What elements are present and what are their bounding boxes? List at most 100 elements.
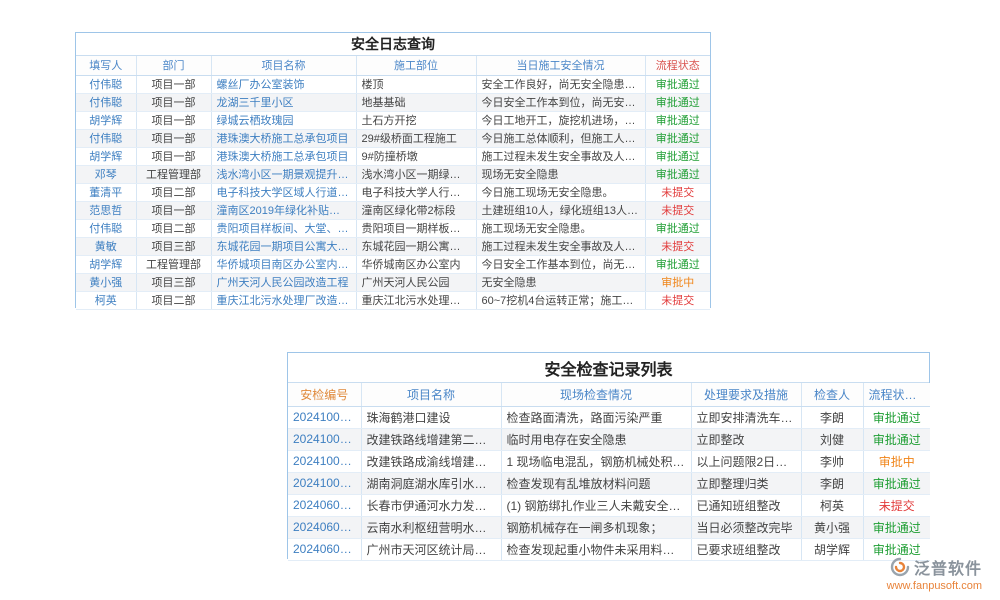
project-name-link[interactable]: 潼南区2019年绿化补贴项目-施工2标段 [211,201,356,219]
filler-name-link[interactable]: 付伟聪 [76,129,136,147]
project-name-cell: 广州市天河区统计局机房改... [361,538,501,560]
filler-name-link[interactable]: 董清平 [76,183,136,201]
workflow-status-badge: 审批通过 [645,255,710,273]
workflow-status-badge: 审批中 [863,450,930,472]
check-number-link[interactable]: 2024060003 [288,516,361,538]
filler-name-link[interactable]: 范思哲 [76,201,136,219]
table-row[interactable]: 黄敏项目三部东城花园一期项目公寓大堂 装饰工程东城花园一期公寓大堂施工过程未发生… [76,237,710,255]
construction-part-cell: 电子科技大学人行道及非... [356,183,476,201]
table-row[interactable]: 胡学辉项目一部绿城云栖玫瑰园土石方开挖今日工地开工，旋挖机进场，对旋挖机...审… [76,111,710,129]
daily-safety-cell: 今日施工总体顺利，但施工人员脚面伤 [476,129,645,147]
daily-safety-cell: 土建班组10人，绿化班组13人。施工现... [476,201,645,219]
project-name-link[interactable]: 广州天河人民公园改造工程 [211,273,356,291]
brand-name: 泛普软件 [914,555,982,579]
col-header-daily-safety: 当日施工安全情况 [476,56,645,75]
filter-dropdown-icon[interactable]: ▼ [920,391,928,400]
col-header-check-number: 安检编号 [288,383,361,406]
daily-safety-cell: 施工过程未发生安全事故及人员受伤情况 [476,237,645,255]
filler-name-link[interactable]: 胡学辉 [76,111,136,129]
table-row[interactable]: 董清平项目二部电子科技大学区域人行道及非机动车道工程电子科技大学人行道及非...… [76,183,710,201]
table-row[interactable]: 黄小强项目三部广州天河人民公园改造工程广州天河人民公园无安全隐患审批中 [76,273,710,291]
workflow-status-badge: 审批通过 [645,147,710,165]
site-inspection-cell: 临时用电存在安全隐患 [501,428,691,450]
filler-name-link[interactable]: 邓琴 [76,165,136,183]
brand-url: www.fanpusoft.com [887,580,982,592]
col-header-filler: 填写人 [76,56,136,75]
project-name-link[interactable]: 东城花园一期项目公寓大堂 装饰工程 [211,237,356,255]
daily-safety-cell: 施工过程未发生安全事故及人员受伤情况 [476,147,645,165]
project-name-link[interactable]: 贵阳项目样板间、大堂、电梯厅装修工程 [211,219,356,237]
department-cell: 项目一部 [136,75,211,93]
table-row[interactable]: 付伟聪项目一部螺丝厂办公室装饰楼顶安全工作良好，尚无安全隐患存在审批通过 [76,75,710,93]
check-number-link[interactable]: 2024100004 [288,406,361,428]
department-cell: 项目二部 [136,291,211,309]
site-inspection-cell: 1 现场临电混乱，钢筋机械处积水未清理； [501,450,691,472]
project-name-link[interactable]: 电子科技大学区域人行道及非机动车道工程 [211,183,356,201]
workflow-status-header-label: 流程状态 [869,388,917,402]
filler-name-link[interactable]: 胡学辉 [76,147,136,165]
project-name-link[interactable]: 浅水湾小区一期景观提升工程施工 [211,165,356,183]
filler-name-link[interactable]: 黄小强 [76,273,136,291]
col-header-construction-part: 施工部位 [356,56,476,75]
project-name-link[interactable]: 华侨城项目南区办公室内装修工程 [211,255,356,273]
check-number-link[interactable]: 2024060004 [288,494,361,516]
project-name-link[interactable]: 螺丝厂办公室装饰 [211,75,356,93]
measures-cell: 立即整理归类 [691,472,801,494]
check-number-link[interactable]: 2024100003 [288,428,361,450]
project-name-cell: 改建铁路成渝线增建第二直... [361,450,501,472]
table-row[interactable]: 柯英项目二部重庆江北污水处理厂改造工程-道路修复重庆江北污水处理厂内部...60… [76,291,710,309]
project-name-cell: 长春市伊通河水力发电厂改... [361,494,501,516]
measures-cell: 立即安排清洗车清洗 [691,406,801,428]
table-row[interactable]: 2024060004长春市伊通河水力发电厂改...(1) 钢筋绑扎作业三人未戴安… [288,494,930,516]
table-row[interactable]: 2024100002改建铁路成渝线增建第二直...1 现场临电混乱，钢筋机械处积… [288,450,930,472]
project-name-link[interactable]: 绿城云栖玫瑰园 [211,111,356,129]
construction-part-cell: 贵阳项目一期样板间、大堂... [356,219,476,237]
check-number-link[interactable]: 2024060002 [288,538,361,560]
project-name-link[interactable]: 龙湖三千里小区 [211,93,356,111]
department-cell: 工程管理部 [136,165,211,183]
col-header-workflow-status: 流程状态 [645,56,710,75]
table-row[interactable]: 2024100004珠海鹤港口建设检查路面清洗，路面污染严重立即安排清洗车清洗李… [288,406,930,428]
table-row[interactable]: 范思哲项目一部潼南区2019年绿化补贴项目-施工2标段潼南区绿化带2标段土建班组… [76,201,710,219]
workflow-status-badge: 审批通过 [645,75,710,93]
department-cell: 项目一部 [136,111,211,129]
daily-safety-cell: 现场无安全隐患 [476,165,645,183]
workflow-status-badge: 审批通过 [645,129,710,147]
workflow-status-badge: 未提交 [645,201,710,219]
safety-check-table: 安检编号 项目名称 现场检查情况 处理要求及措施 检查人 流程状态▼ 20241… [288,383,930,561]
project-name-link[interactable]: 港珠澳大桥施工总承包项目 [211,147,356,165]
inspector-cell: 胡学辉 [801,538,863,560]
filler-name-link[interactable]: 黄敏 [76,237,136,255]
daily-safety-cell: 安全工作良好，尚无安全隐患存在 [476,75,645,93]
table-row[interactable]: 2024100003改建铁路线增建第二线直通...临时用电存在安全隐患立即整改刘… [288,428,930,450]
safety-check-header-row: 安检编号 项目名称 现场检查情况 处理要求及措施 检查人 流程状态▼ [288,383,930,406]
table-row[interactable]: 付伟聪项目二部贵阳项目样板间、大堂、电梯厅装修工程贵阳项目一期样板间、大堂...… [76,219,710,237]
workflow-status-badge: 审批通过 [645,165,710,183]
filler-name-link[interactable]: 柯英 [76,291,136,309]
measures-cell: 以上问题限2日内整... [691,450,801,472]
project-name-cell: 改建铁路线增建第二线直通... [361,428,501,450]
construction-part-cell: 楼顶 [356,75,476,93]
filler-name-link[interactable]: 付伟聪 [76,75,136,93]
workflow-status-badge: 审批通过 [645,219,710,237]
measures-cell: 立即整改 [691,428,801,450]
table-row[interactable]: 付伟聪项目一部龙湖三千里小区地基基础今日安全工作本到位，尚无安全隐患。审批通过 [76,93,710,111]
table-row[interactable]: 付伟聪项目一部港珠澳大桥施工总承包项目29#级桥面工程施工今日施工总体顺利，但施… [76,129,710,147]
filler-name-link[interactable]: 付伟聪 [76,219,136,237]
table-row[interactable]: 胡学辉项目一部港珠澳大桥施工总承包项目9#防撞桥墩施工过程未发生安全事故及人员受… [76,147,710,165]
col-header-measures: 处理要求及措施 [691,383,801,406]
construction-part-cell: 广州天河人民公园 [356,273,476,291]
check-number-link[interactable]: 2024100001 [288,472,361,494]
table-row[interactable]: 2024060002广州市天河区统计局机房改...检查发现起重小物件未采用料斗装… [288,538,930,560]
fanpu-logo-icon [890,557,910,577]
project-name-link[interactable]: 重庆江北污水处理厂改造工程-道路修复 [211,291,356,309]
table-row[interactable]: 邓琴工程管理部浅水湾小区一期景观提升工程施工浅水湾小区一期绿化地现场无安全隐患审… [76,165,710,183]
filler-name-link[interactable]: 胡学辉 [76,255,136,273]
project-name-link[interactable]: 港珠澳大桥施工总承包项目 [211,129,356,147]
table-row[interactable]: 2024060003云南水利枢纽营明水库一期...钢筋机械存在一闸多机现象；当日… [288,516,930,538]
check-number-link[interactable]: 2024100002 [288,450,361,472]
table-row[interactable]: 2024100001湖南洞庭湖水库引水工程施...检查发现有乱堆放材料问题立即整… [288,472,930,494]
table-row[interactable]: 胡学辉工程管理部华侨城项目南区办公室内装修工程华侨城南区办公室内今日安全工作基本… [76,255,710,273]
filler-name-link[interactable]: 付伟聪 [76,93,136,111]
workflow-status-badge: 审批通过 [863,428,930,450]
